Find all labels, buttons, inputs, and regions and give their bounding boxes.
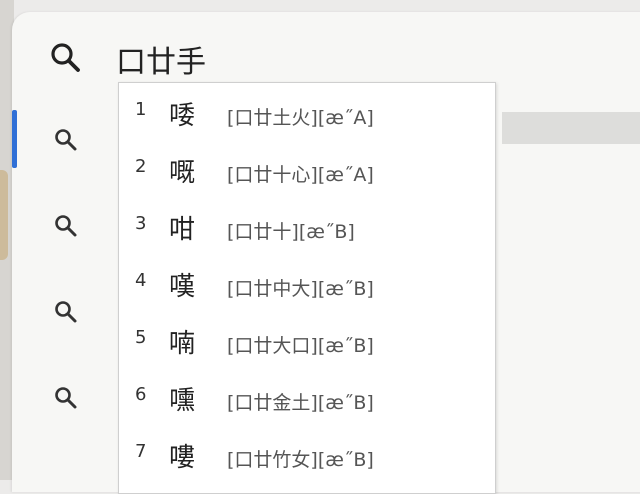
candidate-code: [口廿中大][æ˝B] (227, 278, 374, 300)
candidate-char: 喃 (169, 329, 196, 359)
search-icon (52, 126, 80, 154)
candidate-char: 唩 (169, 101, 196, 131)
candidate-code: [口廿十心][æ˝A] (227, 164, 374, 186)
candidate-item-6[interactable]: 6 嚑 [口廿金土][æ˝B] (119, 374, 495, 432)
search-icon (46, 38, 86, 78)
candidate-char: 嚑 (169, 386, 196, 416)
candidate-index: 3 (135, 213, 147, 234)
candidate-char: 嘆 (169, 272, 196, 302)
candidate-code: [口廿金土][æ˝B] (227, 392, 374, 414)
candidate-index: 6 (135, 384, 147, 405)
search-icon (52, 384, 80, 412)
candidate-item-4[interactable]: 4 嘆 [口廿中大][æ˝B] (119, 260, 495, 318)
candidate-index: 5 (135, 327, 147, 348)
candidate-index: 7 (135, 441, 147, 462)
candidate-item-5[interactable]: 5 喃 [口廿大口][æ˝B] (119, 317, 495, 375)
candidate-index: 2 (135, 156, 147, 177)
ime-candidate-list: 1 唩 [口廿土火][æ˝A] 2 嘅 [口廿十心][æ˝A] 3 咁 [口廿十… (118, 82, 496, 494)
selection-accent-bar (12, 110, 17, 168)
candidate-char: 嘅 (169, 158, 196, 188)
frame-highlight (0, 170, 8, 260)
search-input[interactable] (116, 36, 416, 82)
search-icon (52, 298, 80, 326)
candidate-code: [口廿竹女][æ˝B] (227, 449, 374, 471)
candidate-char: 咁 (169, 215, 196, 245)
candidate-item-1[interactable]: 1 唩 [口廿土火][æ˝A] (119, 89, 495, 147)
candidate-code: [口廿土火][æ˝A] (227, 107, 374, 129)
candidate-index: 4 (135, 270, 147, 291)
candidate-index: 1 (135, 99, 147, 120)
candidate-char: 嘍 (169, 443, 196, 473)
search-icon (52, 212, 80, 240)
candidate-item-7[interactable]: 7 嘍 [口廿竹女][æ˝B] (119, 431, 495, 489)
candidate-item-2[interactable]: 2 嘅 [口廿十心][æ˝A] (119, 146, 495, 204)
candidate-code: [口廿大口][æ˝B] (227, 335, 374, 357)
candidate-item-3[interactable]: 3 咁 [口廿十][æ˝B] (119, 203, 495, 261)
candidate-code: [口廿十][æ˝B] (227, 221, 355, 243)
